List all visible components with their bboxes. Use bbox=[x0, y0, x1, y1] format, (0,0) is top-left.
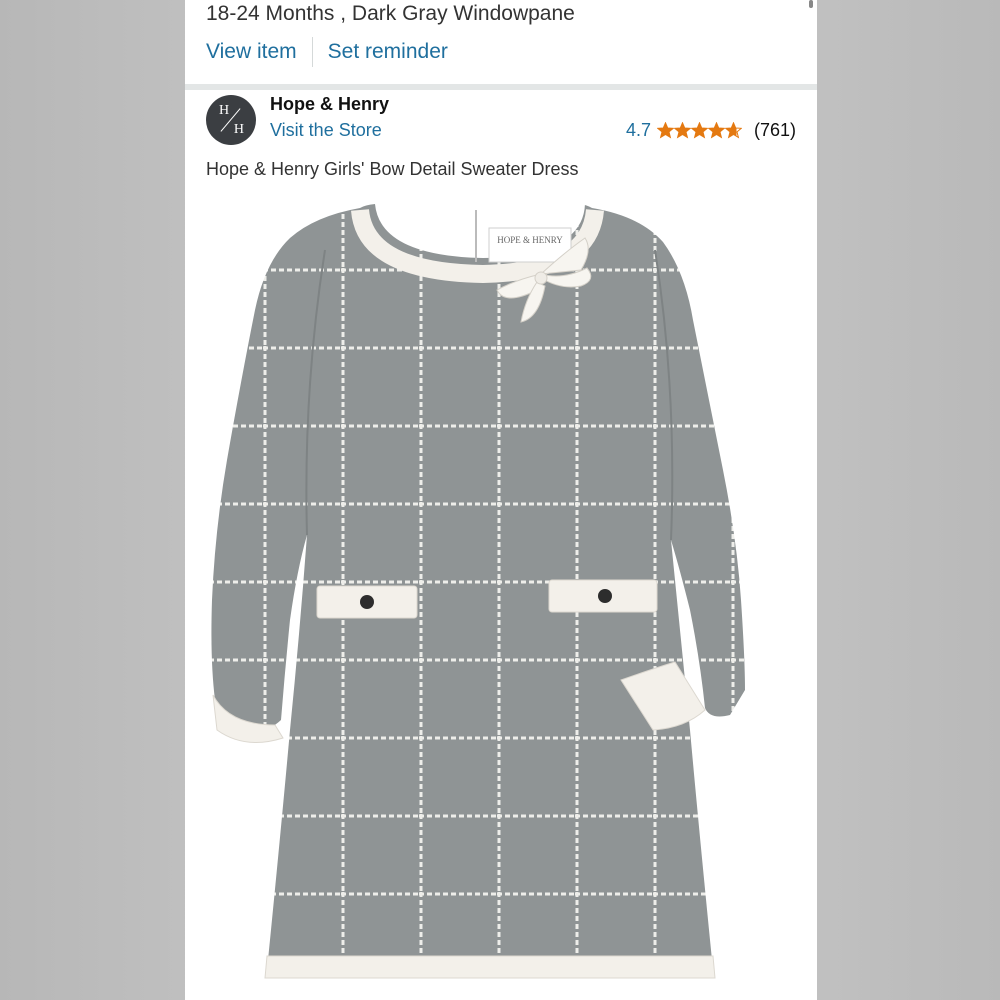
brand-logo[interactable]: H H bbox=[206, 95, 256, 145]
left-pocket-flap bbox=[316, 585, 418, 619]
view-item-link[interactable]: View item bbox=[206, 40, 297, 64]
clothing-label bbox=[488, 227, 572, 263]
rating-stars bbox=[656, 122, 742, 139]
product-title[interactable]: Hope & Henry Girls' Bow Detail Sweater D… bbox=[206, 159, 579, 180]
right-pocket-flap bbox=[548, 579, 658, 613]
item-actions: View item Set reminder bbox=[206, 37, 448, 67]
brand-logo-letter: H bbox=[219, 103, 230, 118]
rating-count: (761) bbox=[753, 120, 796, 140]
scrollbar-thumb[interactable] bbox=[809, 0, 813, 8]
brand-row: H H Hope & Henry Visit the Store 4.7 (76… bbox=[206, 94, 796, 146]
visit-store-link[interactable]: Visit the Store bbox=[270, 120, 382, 141]
section-divider bbox=[185, 84, 817, 90]
star-icon bbox=[707, 122, 725, 139]
rating-value: 4.7 bbox=[625, 120, 651, 140]
brand-logo-letter: H bbox=[233, 122, 244, 137]
brand-name: Hope & Henry bbox=[270, 94, 390, 114]
dress-body bbox=[211, 204, 745, 970]
star-icon bbox=[690, 122, 708, 139]
star-icon bbox=[724, 122, 742, 139]
item-variant: 18-24 Months , Dark Gray Windowpane bbox=[206, 2, 575, 25]
product-panel: 18-24 Months , Dark Gray Windowpane View… bbox=[185, 0, 817, 1000]
star-icon bbox=[673, 122, 691, 139]
clothing-label-text: HOPE & HENRY bbox=[497, 235, 563, 245]
action-separator bbox=[311, 37, 313, 67]
set-reminder-link[interactable]: Set reminder bbox=[328, 40, 448, 64]
product-image[interactable]: HOPE & HENRY bbox=[185, 190, 817, 1000]
star-icon bbox=[656, 122, 674, 139]
hem-trim bbox=[264, 955, 716, 979]
rating-summary[interactable]: 4.7 (761) bbox=[626, 120, 796, 141]
